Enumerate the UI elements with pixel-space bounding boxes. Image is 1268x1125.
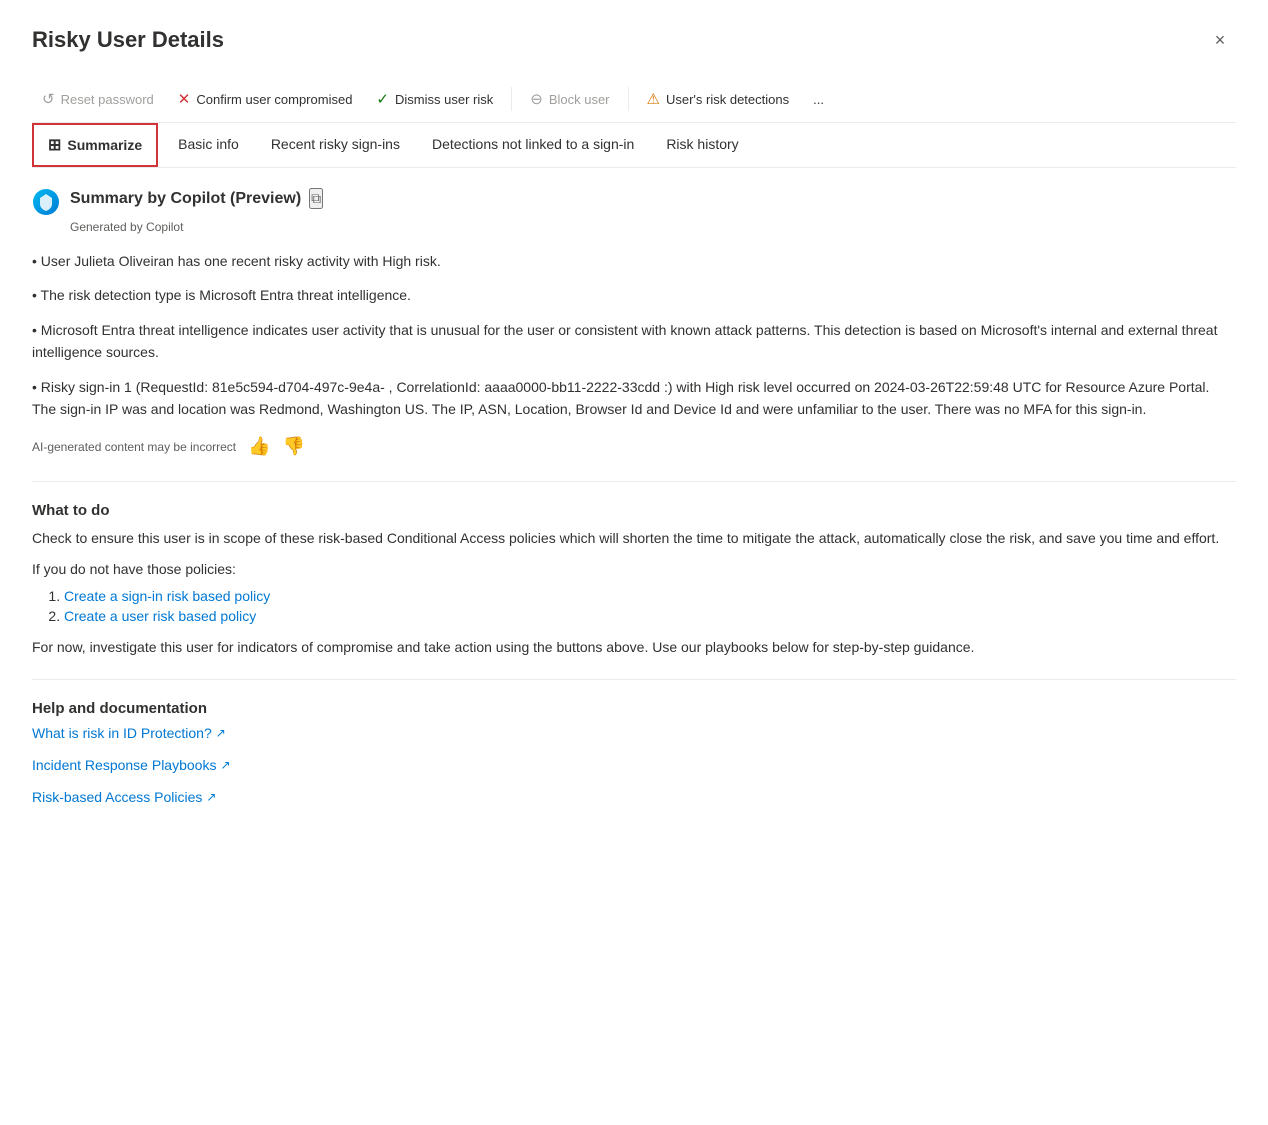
risk-access-policies-link[interactable]: Risk-based Access Policies ↗ (32, 789, 1236, 805)
list-item-1: Create a sign-in risk based policy (64, 588, 1236, 604)
create-sign-in-policy-link[interactable]: Create a sign-in risk based policy (64, 588, 270, 604)
copy-button[interactable]: ⧉ (309, 188, 323, 209)
external-link-icon-2: ↗ (220, 758, 230, 772)
tab-summarize[interactable]: ⊞ Summarize (32, 123, 158, 167)
summary-bullet-3: • Microsoft Entra threat intelligence in… (32, 319, 1236, 364)
risk-detections-icon: ⚠ (647, 90, 660, 108)
what-to-do-text2: If you do not have those policies: (32, 558, 1236, 580)
toolbar-separator-2 (628, 87, 629, 111)
incident-response-link[interactable]: Incident Response Playbooks ↗ (32, 757, 1236, 773)
close-button[interactable]: × (1204, 24, 1236, 56)
help-title: Help and documentation (32, 700, 1236, 717)
list-item-2: Create a user risk based policy (64, 608, 1236, 624)
what-is-risk-link[interactable]: What is risk in ID Protection? ↗ (32, 725, 1236, 741)
toolbar-separator-1 (511, 87, 512, 111)
block-user-button[interactable]: ⊖ Block user (520, 84, 619, 114)
dismiss-risk-icon: ✓ (376, 90, 389, 108)
what-to-do-text1: Check to ensure this user is in scope of… (32, 527, 1236, 549)
summary-bullet-2: • The risk detection type is Microsoft E… (32, 284, 1236, 306)
help-section: Help and documentation What is risk in I… (32, 700, 1236, 805)
tab-detections[interactable]: Detections not linked to a sign-in (416, 124, 650, 166)
summarize-tab-icon: ⊞ (48, 135, 61, 155)
summary-bullet-4: • Risky sign-in 1 (RequestId: 81e5c594-d… (32, 376, 1236, 421)
policy-links-list: Create a sign-in risk based policy Creat… (64, 588, 1236, 624)
external-link-icon-1: ↗ (216, 726, 226, 740)
risk-detections-button[interactable]: ⚠ User's risk detections (637, 84, 800, 114)
tabs-bar: ⊞ Summarize Basic info Recent risky sign… (32, 123, 1236, 168)
what-to-do-section: What to do Check to ensure this user is … (32, 502, 1236, 658)
thumbs-down-button[interactable]: 👎 (283, 436, 305, 457)
section-divider-1 (32, 481, 1236, 482)
summary-content: • User Julieta Oliveiran has one recent … (32, 250, 1236, 420)
copilot-title: Summary by Copilot (Preview) ⧉ (70, 188, 323, 209)
copilot-section: Summary by Copilot (Preview) ⧉ Generated… (32, 188, 1236, 234)
dismiss-risk-button[interactable]: ✓ Dismiss user risk (366, 84, 503, 114)
what-to-do-text3: For now, investigate this user for indic… (32, 636, 1236, 658)
what-to-do-title: What to do (32, 502, 1236, 519)
section-divider-2 (32, 679, 1236, 680)
feedback-row: AI-generated content may be incorrect 👍 … (32, 436, 1236, 457)
tab-basic-info[interactable]: Basic info (162, 124, 255, 166)
panel-header: Risky User Details × (32, 24, 1236, 56)
block-user-icon: ⊖ (530, 90, 543, 108)
summary-bullet-1: • User Julieta Oliveiran has one recent … (32, 250, 1236, 272)
panel-title: Risky User Details (32, 27, 224, 53)
thumbs-up-button[interactable]: 👍 (248, 436, 270, 457)
copilot-icon (32, 188, 60, 216)
confirm-compromised-icon: ✕ (178, 90, 191, 108)
generated-label: Generated by Copilot (70, 220, 1236, 234)
tab-risk-history[interactable]: Risk history (650, 124, 754, 166)
reset-password-button[interactable]: ↺ Reset password (32, 84, 164, 114)
more-options-button[interactable]: ... (803, 86, 834, 113)
tab-recent-sign-ins[interactable]: Recent risky sign-ins (255, 124, 416, 166)
external-link-icon-3: ↗ (206, 790, 216, 804)
create-user-risk-policy-link[interactable]: Create a user risk based policy (64, 608, 256, 624)
copilot-header: Summary by Copilot (Preview) ⧉ (32, 188, 1236, 216)
toolbar: ↺ Reset password ✕ Confirm user compromi… (32, 76, 1236, 123)
risky-user-details-panel: Risky User Details × ↺ Reset password ✕ … (0, 0, 1268, 1125)
confirm-compromised-button[interactable]: ✕ Confirm user compromised (168, 84, 363, 114)
reset-password-icon: ↺ (42, 90, 55, 108)
